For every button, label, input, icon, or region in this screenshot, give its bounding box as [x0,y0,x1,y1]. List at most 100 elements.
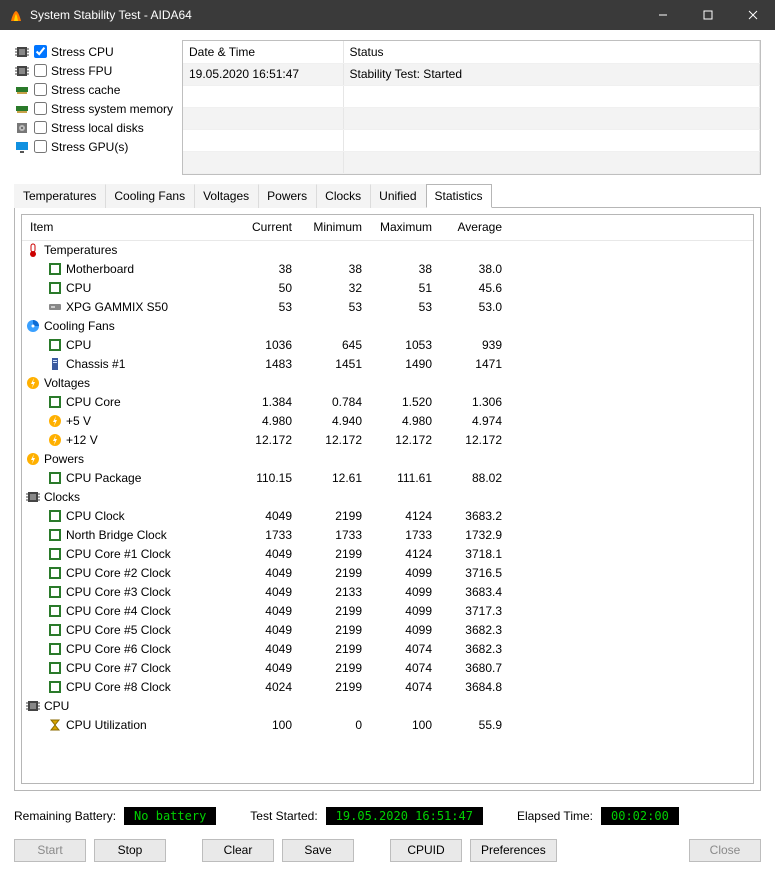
stress-checkbox-1[interactable] [34,64,47,77]
stats-row[interactable]: CPU Core #2 Clock4049219940993716.5 [22,564,753,583]
row-current: 53 [230,300,300,314]
stats-row[interactable]: CPU Core #4 Clock4049219940993717.3 [22,602,753,621]
stress-label-5: Stress GPU(s) [51,140,128,154]
row-name: CPU Clock [66,509,125,523]
disk-icon [14,120,30,136]
stats-row[interactable]: CPU Core #7 Clock4049219940743680.7 [22,659,753,678]
stress-label-3: Stress system memory [51,102,173,116]
stats-row[interactable]: CPU Core #1 Clock4049219941243718.1 [22,545,753,564]
start-button[interactable]: Start [14,839,86,862]
row-minimum: 2133 [300,585,370,599]
col-status[interactable]: Status [343,41,760,63]
log-row[interactable]: 19.05.2020 16:51:47Stability Test: Start… [183,63,760,85]
stress-checkbox-3[interactable] [34,102,47,115]
save-button[interactable]: Save [282,839,354,862]
col-current[interactable]: Current [230,220,300,234]
tab-voltages[interactable]: Voltages [194,184,258,208]
row-average: 1471 [440,357,510,371]
row-minimum: 38 [300,262,370,276]
stop-button[interactable]: Stop [94,839,166,862]
row-name: CPU Core #7 Clock [66,661,171,675]
volt-icon [48,414,62,428]
stats-row[interactable]: XPG GAMMIX S5053535353.0 [22,298,753,317]
clear-button[interactable]: Clear [202,839,274,862]
row-average: 3684.8 [440,680,510,694]
stress-checkbox-2[interactable] [34,83,47,96]
minimize-button[interactable] [640,0,685,30]
group-header[interactable]: Voltages [22,374,753,393]
cpuid-button[interactable]: CPUID [390,839,462,862]
group-header[interactable]: Cooling Fans [22,317,753,336]
row-average: 3683.4 [440,585,510,599]
row-maximum: 100 [370,718,440,732]
group-name: Clocks [44,490,80,504]
maximize-button[interactable] [685,0,730,30]
cpu-icon [14,63,30,79]
row-name: CPU [66,281,91,295]
col-datetime[interactable]: Date & Time [183,41,343,63]
row-name: CPU Core #1 Clock [66,547,171,561]
col-average[interactable]: Average [440,220,510,234]
stats-row[interactable]: CPU10366451053939 [22,336,753,355]
button-bar: Start Stop Clear Save CPUID Preferences … [14,839,761,862]
group-header[interactable]: Powers [22,450,753,469]
row-current: 4049 [230,604,300,618]
row-current: 4049 [230,642,300,656]
row-name: CPU Package [66,471,141,485]
stats-row[interactable]: +5 V4.9804.9404.9804.974 [22,412,753,431]
row-average: 1.306 [440,395,510,409]
row-average: 1732.9 [440,528,510,542]
row-average: 3683.2 [440,509,510,523]
row-average: 4.974 [440,414,510,428]
row-maximum: 4.980 [370,414,440,428]
row-current: 12.172 [230,433,300,447]
row-minimum: 53 [300,300,370,314]
stress-checkbox-5[interactable] [34,140,47,153]
tab-temperatures[interactable]: Temperatures [14,184,105,208]
tab-cooling-fans[interactable]: Cooling Fans [105,184,194,208]
stats-row[interactable]: CPU Clock4049219941243683.2 [22,507,753,526]
row-current: 4049 [230,566,300,580]
stats-group-voltages: VoltagesCPU Core1.3840.7841.5201.306+5 V… [22,374,753,450]
group-header[interactable]: CPU [22,697,753,716]
stats-row[interactable]: CPU Core #3 Clock4049213340993683.4 [22,583,753,602]
stats-row[interactable]: CPU Core #5 Clock4049219940993682.3 [22,621,753,640]
row-current: 4.980 [230,414,300,428]
row-maximum: 53 [370,300,440,314]
stats-row[interactable]: +12 V12.17212.17212.17212.172 [22,431,753,450]
row-current: 110.15 [230,471,300,485]
row-average: 3680.7 [440,661,510,675]
row-current: 1483 [230,357,300,371]
stress-checkbox-0[interactable] [34,45,47,58]
started-label: Test Started: [250,809,317,823]
stats-row[interactable]: Chassis #11483145114901471 [22,355,753,374]
stats-row[interactable]: CPU Core #6 Clock4049219940743682.3 [22,640,753,659]
tab-clocks[interactable]: Clocks [316,184,370,208]
close-button[interactable]: Close [689,839,761,862]
stats-row[interactable]: CPU Package110.1512.61111.6188.02 [22,469,753,488]
preferences-button[interactable]: Preferences [470,839,557,862]
stats-row[interactable]: CPU Utilization100010055.9 [22,716,753,735]
chip-icon [48,604,62,618]
row-current: 1.384 [230,395,300,409]
tab-unified[interactable]: Unified [370,184,425,208]
stats-row[interactable]: North Bridge Clock1733173317331732.9 [22,526,753,545]
tab-powers[interactable]: Powers [258,184,316,208]
col-item[interactable]: Item [30,220,230,234]
col-maximum[interactable]: Maximum [370,220,440,234]
chip-icon [48,661,62,675]
stats-row[interactable]: CPU Core1.3840.7841.5201.306 [22,393,753,412]
group-header[interactable]: Temperatures [22,241,753,260]
stats-row[interactable]: CPU Core #8 Clock4024219940743684.8 [22,678,753,697]
stress-checkbox-4[interactable] [34,121,47,134]
col-minimum[interactable]: Minimum [300,220,370,234]
row-current: 4049 [230,547,300,561]
close-window-button[interactable] [730,0,775,30]
stats-row[interactable]: Motherboard38383838.0 [22,260,753,279]
stats-row[interactable]: CPU50325145.6 [22,279,753,298]
log-status: Stability Test: Started [343,63,760,85]
row-current: 4049 [230,585,300,599]
group-header[interactable]: Clocks [22,488,753,507]
tab-statistics[interactable]: Statistics [426,184,492,208]
row-maximum: 1053 [370,338,440,352]
